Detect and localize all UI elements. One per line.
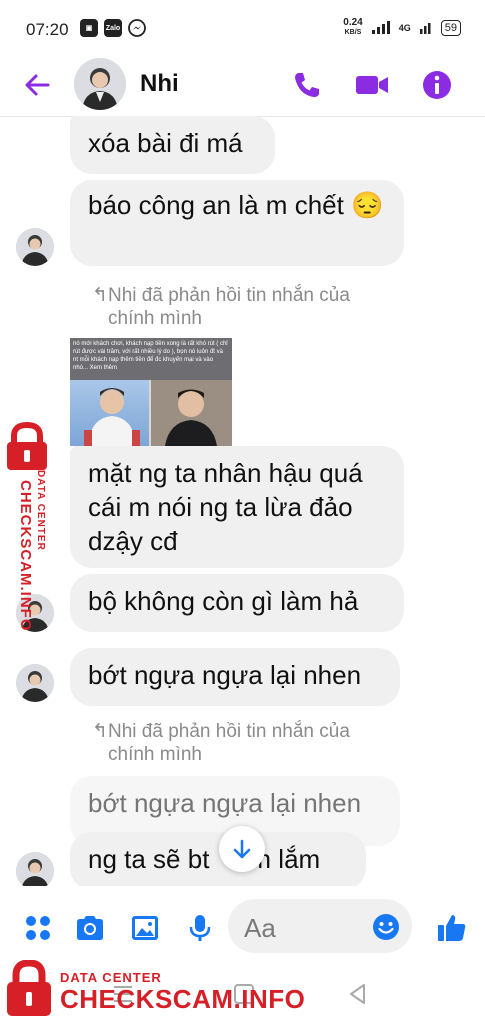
reply-note-text: Nhi đã phản hồi tin nhắn của chính mình bbox=[108, 285, 350, 329]
watermark-lock-icon bbox=[4, 959, 54, 1023]
message-text: bộ không còn gì làm hả bbox=[88, 586, 359, 616]
contact-avatar-small bbox=[16, 852, 54, 890]
message-text: mặt ng ta nhân hậu quá cái m nói ng ta l… bbox=[88, 458, 363, 556]
watermark-bottom-small: DATA CENTER bbox=[60, 970, 162, 985]
microphone-icon bbox=[189, 915, 211, 941]
reply-note-text: Nhi đã phản hồi tin nhắn của chính mình bbox=[108, 721, 350, 765]
photo-person-right bbox=[151, 380, 232, 446]
voice-message-button[interactable] bbox=[184, 912, 216, 944]
camera-button[interactable] bbox=[74, 912, 106, 944]
contact-avatar-small bbox=[16, 664, 54, 702]
message-text: bớt ngựa ngựa lại nhen bbox=[88, 788, 362, 818]
message-text: bớt ngựa ngựa lại nhen bbox=[88, 660, 362, 690]
message-text: ng ta sẽ bt bbox=[88, 844, 210, 874]
replied-photo[interactable]: nó mới khách chơi, khách nạp tiền xong l… bbox=[70, 338, 232, 446]
net-speed: 0.24 KB/S bbox=[343, 18, 362, 38]
thumbs-up-icon bbox=[438, 915, 466, 941]
more-actions-button[interactable] bbox=[22, 912, 54, 944]
reply-icon: ↰ bbox=[92, 721, 108, 742]
watermark-lock-icon bbox=[4, 421, 50, 477]
reply-note: ↰Nhi đã phản hồi tin nhắn của chính mình bbox=[92, 720, 398, 766]
watermark-side-big: CHECKSCAM.INFO bbox=[17, 480, 34, 632]
back-arrow-icon bbox=[25, 74, 50, 96]
contact-name[interactable]: Nhi bbox=[140, 70, 179, 98]
voice-call-button[interactable] bbox=[290, 68, 324, 102]
four-dots-icon bbox=[26, 916, 50, 940]
zalo-icon: Zalo bbox=[104, 19, 122, 37]
status-bar: 07:20 ▣ Zalo 0.24 KB/S 4G 59 bbox=[0, 0, 485, 56]
messenger-icon bbox=[128, 19, 146, 37]
back-button[interactable] bbox=[22, 70, 52, 105]
info-button[interactable] bbox=[420, 68, 454, 102]
arrow-down-icon bbox=[233, 839, 251, 859]
message-text: xóa bài đi má bbox=[88, 128, 243, 158]
reply-note: ↰Nhi đã phản hồi tin nhắn của chính mình bbox=[92, 284, 398, 330]
smiley-icon bbox=[373, 914, 399, 940]
status-right: 0.24 KB/S 4G 59 bbox=[343, 18, 461, 38]
message-bubble[interactable]: mặt ng ta nhân hậu quá cái m nói ng ta l… bbox=[70, 446, 404, 568]
message-bubble[interactable]: ng ta sẽ bt m lắm bbox=[70, 832, 366, 890]
signal-icon bbox=[371, 20, 391, 37]
watermark-bottom-big: CHECKSCAM.INFO bbox=[60, 984, 306, 1014]
battery-indicator: 59 bbox=[440, 20, 461, 36]
reply-icon: ↰ bbox=[92, 285, 108, 306]
video-call-button[interactable] bbox=[354, 68, 388, 102]
camera-icon bbox=[77, 916, 103, 940]
contact-avatar-small bbox=[16, 228, 54, 266]
status-app-icons: ▣ Zalo bbox=[80, 19, 146, 37]
signal2-icon bbox=[419, 20, 433, 37]
net-speed-unit: KB/S bbox=[344, 29, 362, 36]
gallery-button[interactable] bbox=[129, 912, 161, 944]
net-speed-value: 0.24 bbox=[343, 17, 363, 28]
photo-person-left bbox=[70, 380, 149, 446]
back-nav-button[interactable] bbox=[346, 982, 368, 1011]
message-bubble[interactable]: xóa bài đi má bbox=[70, 116, 275, 174]
status-time: 07:20 bbox=[26, 20, 69, 39]
message-text: báo công an là m chết 😔 bbox=[88, 190, 384, 220]
image-icon bbox=[132, 916, 158, 940]
scroll-down-button[interactable] bbox=[219, 826, 265, 872]
chat-header: Nhi bbox=[0, 56, 485, 117]
contact-avatar[interactable] bbox=[74, 58, 126, 110]
triangle-back-icon bbox=[350, 984, 365, 1004]
emoji-button[interactable] bbox=[372, 913, 400, 946]
photo-caption: nó mới khách chơi, khách nạp tiền xong l… bbox=[70, 338, 232, 380]
info-icon bbox=[423, 71, 451, 99]
phone-icon bbox=[295, 73, 319, 97]
message-bubble[interactable]: bớt ngựa ngựa lại nhen bbox=[70, 648, 400, 706]
message-bubble[interactable]: bộ không còn gì làm hả bbox=[70, 574, 404, 632]
watermark-side-small: DATA CENTER bbox=[35, 470, 46, 551]
app-icon: ▣ bbox=[80, 19, 98, 37]
video-camera-icon bbox=[356, 76, 388, 94]
like-button[interactable] bbox=[436, 912, 468, 944]
message-bubble[interactable]: báo công an là m chết 😔 bbox=[70, 180, 404, 266]
message-input-placeholder: Aa bbox=[244, 913, 276, 943]
network-type: 4G bbox=[398, 23, 411, 33]
